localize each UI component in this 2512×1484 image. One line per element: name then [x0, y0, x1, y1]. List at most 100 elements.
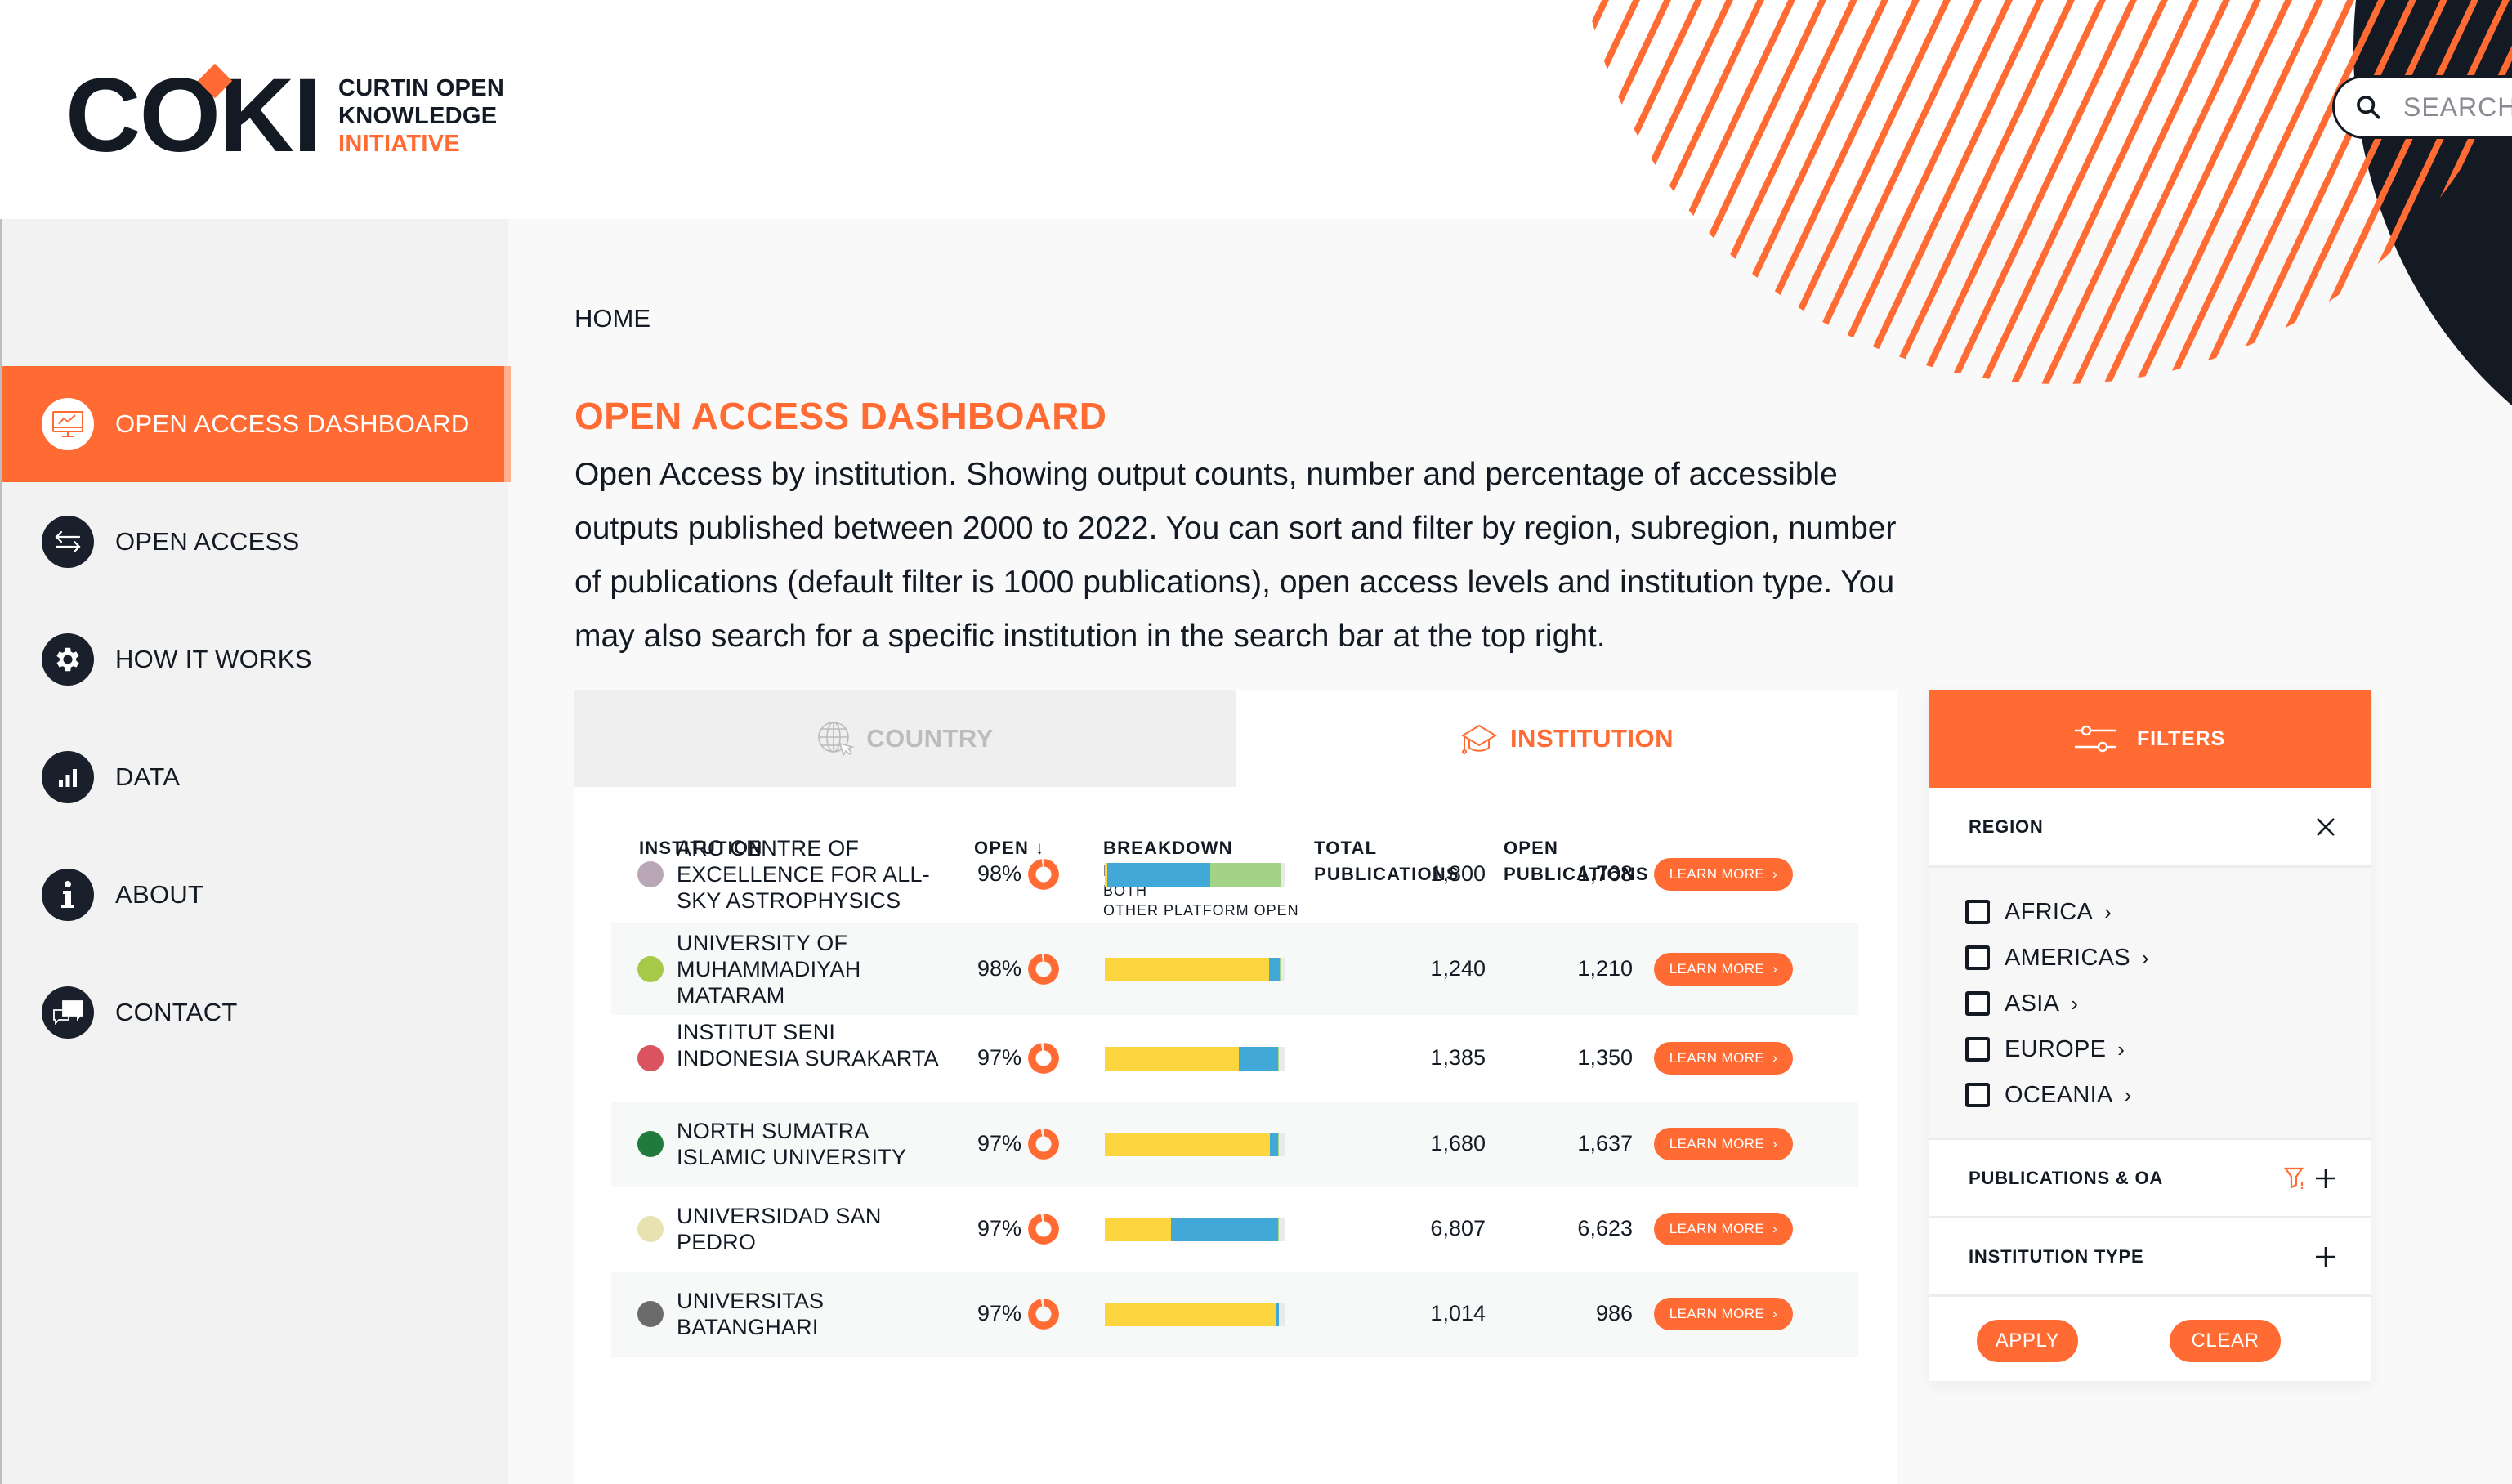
institution-logo: [637, 1045, 664, 1071]
sidebar-item-data[interactable]: DATA: [2, 719, 506, 835]
sidebar-item-how-it-works[interactable]: HOW IT WORKS: [2, 601, 506, 717]
institution-logo: [637, 1131, 664, 1157]
region-label: AMERICAS: [2005, 944, 2130, 971]
checkbox[interactable]: [1965, 1037, 1990, 1062]
coki-logo[interactable]: COKI CURTIN OPEN KNOWLEDGE INITIATIVE: [65, 64, 504, 168]
apply-button[interactable]: APPLY: [1977, 1320, 2078, 1362]
expand-plus-icon[interactable]: [2315, 1168, 2336, 1189]
clear-button[interactable]: CLEAR: [2170, 1320, 2281, 1362]
open-publications: 986: [1595, 1301, 1633, 1325]
checkbox[interactable]: [1965, 1083, 1990, 1107]
filter-section-region[interactable]: REGION: [1929, 788, 2371, 868]
institution-name[interactable]: UNIVERSITY OF MUHAMMADIYAH MATARAM: [677, 930, 954, 1008]
sidebar-item-label: HOW IT WORKS: [115, 645, 312, 673]
bar-segment-closed: [1281, 958, 1285, 981]
filter-section-institution-type[interactable]: INSTITUTION TYPE: [1929, 1218, 2371, 1297]
swap-arrows-icon: [42, 516, 94, 568]
breakdown-bar[interactable]: [1105, 1047, 1285, 1071]
region-label: AFRICA: [2005, 898, 2094, 925]
region-option-oceania[interactable]: OCEANIA ›: [1965, 1072, 2353, 1118]
sidebar-item-open-access-dashboard[interactable]: OPEN ACCESS DASHBOARD: [2, 366, 511, 482]
breakdown-bar[interactable]: [1105, 863, 1285, 887]
bar-segment-publisher-open: [1105, 958, 1270, 981]
filter-actions: APPLY CLEAR: [1929, 1297, 2371, 1385]
sidebar-item-label: OPEN ACCESS: [115, 527, 300, 556]
chevron-right-icon[interactable]: ›: [2071, 991, 2078, 1017]
chevron-right-icon[interactable]: ›: [2117, 1037, 2125, 1062]
table-row[interactable]: UNIVERSITY OF MUHAMMADIYAH MATARAM 98% 1,2…: [611, 923, 1858, 1015]
open-percentage: 97%: [977, 1045, 1022, 1070]
checkbox[interactable]: [1965, 945, 1990, 970]
institution-logo: [637, 1301, 664, 1327]
learn-more-button[interactable]: LEARN MORE ›: [1654, 1042, 1793, 1075]
filters-toggle[interactable]: FILTERS: [1929, 690, 2371, 788]
info-icon: [42, 869, 94, 921]
search-bar[interactable]: [2332, 75, 2512, 139]
region-option-asia[interactable]: ASIA ›: [1965, 981, 2353, 1026]
total-publications: 1,014: [1430, 1301, 1486, 1325]
bar-segment-publisher-open: [1105, 1303, 1277, 1326]
table-row[interactable]: NORTH SUMATRA ISLAMIC UNIVERSITY 97% 1,680…: [611, 1102, 1858, 1187]
chevron-right-icon[interactable]: ›: [2125, 1083, 2132, 1108]
learn-more-button[interactable]: LEARN MORE ›: [1654, 953, 1793, 986]
learn-more-label: LEARN MORE: [1669, 961, 1765, 977]
chevron-right-icon[interactable]: ›: [2104, 900, 2112, 925]
chat-bubbles-icon: [42, 986, 94, 1039]
filter-section-title: REGION: [1969, 816, 2044, 837]
expand-plus-icon[interactable]: [2315, 1246, 2336, 1267]
table-row[interactable]: UNIVERSITAS BATANGHARI 97% 1,014 986 LEARN M…: [611, 1272, 1858, 1357]
search-input[interactable]: [2403, 92, 2512, 123]
open-donut-chart: [1028, 1214, 1059, 1245]
learn-more-button[interactable]: LEARN MORE ›: [1654, 1128, 1793, 1160]
sidebar-item-label: ABOUT: [115, 880, 204, 909]
table-row[interactable]: UNIVERSIDAD SAN PEDRO 97% 6,807 6,623 LEARN …: [611, 1187, 1858, 1272]
region-option-americas[interactable]: AMERICAS ›: [1965, 935, 2353, 981]
chevron-right-icon: ›: [1772, 1306, 1778, 1321]
checkbox[interactable]: [1965, 900, 1990, 924]
filter-active-icon: [2284, 1167, 2304, 1189]
sidebar-item-open-access[interactable]: OPEN ACCESS: [2, 484, 506, 600]
table-row[interactable]: ARC CENTRE OF EXCELLENCE FOR ALL-SKY AST…: [611, 825, 1858, 923]
institution-name[interactable]: ARC CENTRE OF EXCELLENCE FOR ALL-SKY AST…: [677, 835, 954, 914]
open-percentage: 97%: [977, 1131, 1022, 1155]
breakdown-bar[interactable]: [1105, 958, 1285, 981]
logo-text: CURTIN OPEN KNOWLEDGE INITIATIVE: [338, 74, 504, 158]
tab-country[interactable]: COUNTRY: [574, 690, 1236, 787]
sidebar-item-about[interactable]: ABOUT: [2, 837, 506, 953]
close-icon[interactable]: [2315, 816, 2336, 838]
filter-section-title: PUBLICATIONS & OA: [1969, 1167, 2164, 1188]
breakdown-bar[interactable]: [1105, 1218, 1285, 1241]
open-percentage: 97%: [977, 1216, 1022, 1240]
bar-chart-icon: [42, 751, 94, 803]
breadcrumb-home[interactable]: HOME: [574, 304, 650, 333]
filter-section-title: INSTITUTION TYPE: [1969, 1245, 2144, 1267]
region-option-africa[interactable]: AFRICA ›: [1965, 889, 2353, 935]
chevron-right-icon: ›: [1772, 866, 1778, 882]
tab-institution[interactable]: INSTITUTION: [1236, 690, 1897, 787]
learn-more-button[interactable]: LEARN MORE ›: [1654, 1298, 1793, 1330]
learn-more-button[interactable]: LEARN MORE ›: [1654, 858, 1793, 891]
open-percentage: 98%: [977, 861, 1022, 886]
institution-name[interactable]: NORTH SUMATRA ISLAMIC UNIVERSITY: [677, 1118, 954, 1170]
open-donut-chart: [1028, 1298, 1059, 1330]
breakdown-bar[interactable]: [1105, 1303, 1285, 1326]
institution-logo: [637, 1216, 664, 1242]
filter-section-publications-oa[interactable]: PUBLICATIONS & OA: [1929, 1140, 2371, 1218]
checkbox[interactable]: [1965, 991, 1990, 1016]
open-publications: 1,210: [1577, 956, 1633, 981]
sidebar-item-contact[interactable]: CONTACT: [2, 954, 506, 1071]
chevron-right-icon: ›: [1772, 1221, 1778, 1236]
chevron-right-icon[interactable]: ›: [2142, 945, 2149, 971]
bar-segment-both: [1171, 1218, 1278, 1241]
learn-more-button[interactable]: LEARN MORE ›: [1654, 1213, 1793, 1245]
region-option-europe[interactable]: EUROPE ›: [1965, 1026, 2353, 1072]
institution-name[interactable]: UNIVERSITAS BATANGHARI: [677, 1288, 954, 1340]
institution-name[interactable]: INSTITUT SENI INDONESIA SURAKARTA: [677, 1019, 954, 1071]
breakdown-bar[interactable]: [1105, 1133, 1285, 1156]
institution-name[interactable]: UNIVERSIDAD SAN PEDRO: [677, 1203, 954, 1255]
total-publications: 1,240: [1430, 956, 1486, 981]
graduation-cap-icon: [1460, 724, 1497, 754]
chevron-right-icon: ›: [1772, 1136, 1778, 1151]
open-donut-chart: [1028, 859, 1059, 890]
table-row[interactable]: INSTITUT SENI INDONESIA SURAKARTA 97% 1,38…: [611, 1015, 1858, 1102]
